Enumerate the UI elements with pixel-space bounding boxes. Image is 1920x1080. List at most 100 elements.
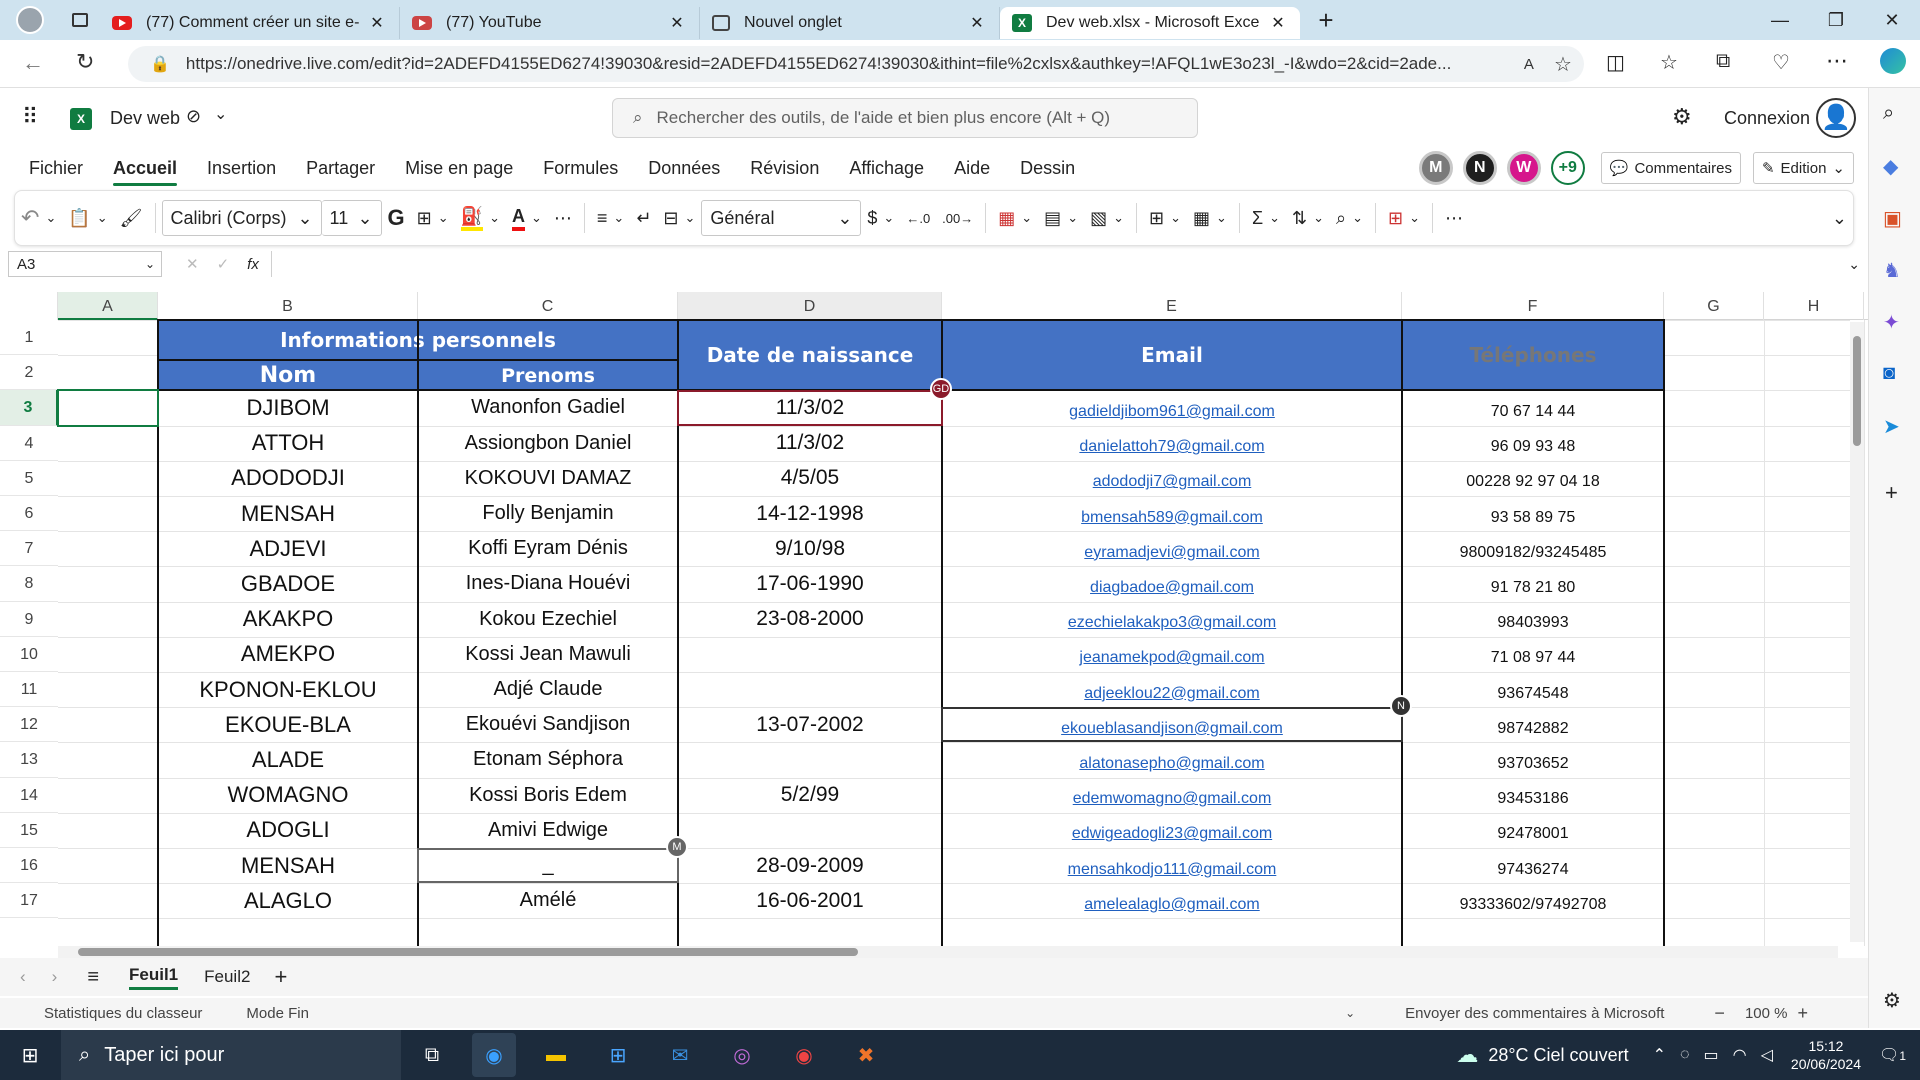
- row-header[interactable]: 7: [0, 531, 58, 567]
- font-color-button[interactable]: A ⌄: [506, 198, 548, 238]
- presence-more[interactable]: +9: [1550, 151, 1585, 185]
- cell-nom[interactable]: AMEKPO: [158, 637, 418, 672]
- workbook-stats-button[interactable]: Statistiques du classeur: [44, 1005, 202, 1022]
- cell-telephone[interactable]: 97436274: [1402, 852, 1664, 887]
- cell-date[interactable]: [678, 672, 942, 707]
- confirm-icon[interactable]: ✓: [217, 255, 230, 273]
- prev-sheet-icon[interactable]: ‹: [20, 967, 26, 987]
- cell-email[interactable]: adododji7@gmail.com: [942, 465, 1402, 500]
- cell-email[interactable]: jeanamekpod@gmail.com: [942, 641, 1402, 676]
- file-explorer-icon[interactable]: ▬: [534, 1033, 578, 1077]
- cell-telephone[interactable]: 91 78 21 80: [1402, 570, 1664, 605]
- row-header[interactable]: 6: [0, 496, 58, 532]
- cell-telephone[interactable]: 92478001: [1402, 817, 1664, 852]
- tab-accueil[interactable]: Accueil: [98, 148, 192, 188]
- cell-date[interactable]: [678, 637, 942, 672]
- cell-telephone[interactable]: 96 09 93 48: [1402, 430, 1664, 465]
- close-tab-icon[interactable]: ✕: [367, 13, 387, 33]
- chevron-up-icon[interactable]: ⌃: [1653, 1045, 1666, 1065]
- format-painter-button[interactable]: 🖌: [114, 198, 149, 238]
- cell-telephone[interactable]: 93674548: [1402, 676, 1664, 711]
- cell-prenoms[interactable]: Kokou Ezechiel: [418, 602, 678, 637]
- zoom-level[interactable]: 100 %: [1745, 1005, 1788, 1022]
- autosum-button[interactable]: Σ ⌄: [1246, 198, 1286, 238]
- tab-insertion[interactable]: Insertion: [192, 148, 291, 188]
- split-screen-icon[interactable]: ◫: [1606, 50, 1625, 75]
- browser-essentials-icon[interactable]: ♡: [1772, 50, 1790, 75]
- row-header[interactable]: 11: [0, 672, 58, 708]
- cell-prenoms[interactable]: KOKOUVI DAMAZ: [418, 461, 678, 496]
- cell-nom[interactable]: ADODODJI: [158, 461, 418, 496]
- games-icon[interactable]: ♞: [1883, 258, 1901, 283]
- cell-nom[interactable]: ADOGLI: [158, 813, 418, 848]
- row-header[interactable]: [0, 918, 58, 946]
- cell-telephone[interactable]: 98742882: [1402, 711, 1664, 746]
- cell-nom[interactable]: GBADOE: [158, 566, 418, 601]
- format-cells-button[interactable]: ▦ ⌄: [1187, 198, 1233, 238]
- cell-date[interactable]: 23-08-2000: [678, 602, 942, 637]
- cell-date[interactable]: 16-06-2001: [678, 883, 942, 918]
- close-window-button[interactable]: ✕: [1864, 10, 1920, 31]
- collections-icon[interactable]: ⧉: [1716, 50, 1730, 73]
- tab-affichage[interactable]: Affichage: [834, 148, 939, 188]
- all-sheets-icon[interactable]: ≡: [87, 966, 99, 989]
- tab-donnees[interactable]: Données: [633, 148, 735, 188]
- battery-icon[interactable]: ▭: [1704, 1045, 1719, 1065]
- number-format-select[interactable]: Général ⌄: [701, 200, 862, 236]
- column-header-c[interactable]: C: [418, 292, 678, 320]
- presence-avatar-n[interactable]: N: [1462, 151, 1497, 185]
- row-header[interactable]: 2: [0, 355, 58, 391]
- chevron-down-icon[interactable]: ⌄: [214, 104, 227, 124]
- cell-nom[interactable]: KPONON-EKLOU: [158, 672, 418, 707]
- row-header[interactable]: 9: [0, 601, 58, 637]
- cell-nom[interactable]: WOMAGNO: [158, 778, 418, 813]
- currency-button[interactable]: $ ⌄: [861, 198, 900, 238]
- cell-nom[interactable]: ALADE: [158, 742, 418, 777]
- cell-nom[interactable]: ALAGLO: [158, 883, 418, 918]
- comments-button[interactable]: 💬 Commentaires: [1600, 152, 1741, 184]
- outlook-icon[interactable]: ◙: [1883, 362, 1895, 385]
- search-input[interactable]: ⌕ Rechercher des outils, de l'aide et bi…: [612, 98, 1198, 138]
- column-header-e[interactable]: E: [942, 292, 1402, 320]
- network-icon[interactable]: ◌: [1680, 1046, 1690, 1064]
- row-header[interactable]: 5: [0, 460, 58, 496]
- cell-email[interactable]: eyramadjevi@gmail.com: [942, 535, 1402, 570]
- profile-icon[interactable]: [0, 6, 60, 34]
- cell-date[interactable]: 14-12-1998: [678, 496, 942, 531]
- tab-revision[interactable]: Révision: [735, 148, 834, 188]
- cell-prenoms[interactable]: Amivi Edwige: [418, 813, 678, 848]
- copilot-sidebar-icon[interactable]: ✦: [1883, 310, 1900, 335]
- app-icon[interactable]: ◎: [720, 1033, 764, 1077]
- volume-icon[interactable]: ◁: [1761, 1045, 1773, 1065]
- file-name[interactable]: Dev web: [110, 108, 180, 129]
- tab-partager[interactable]: Partager: [291, 148, 390, 188]
- decrease-decimal-icon[interactable]: .00→: [936, 198, 979, 238]
- sheet-tab-feuil1[interactable]: Feuil1: [129, 965, 179, 990]
- name-box[interactable]: A3 ⌄: [8, 251, 162, 277]
- task-view-icon[interactable]: ⧉: [410, 1033, 454, 1077]
- row-header[interactable]: 3: [0, 390, 58, 426]
- row-header[interactable]: 1: [0, 320, 58, 356]
- cell-prenoms[interactable]: Assiongbon Daniel: [418, 426, 678, 461]
- add-sheet-button[interactable]: +: [274, 964, 287, 990]
- tab-mise-en-page[interactable]: Mise en page: [390, 148, 528, 188]
- row-header[interactable]: 14: [0, 777, 58, 813]
- cell-telephone[interactable]: 93 58 89 75: [1402, 500, 1664, 535]
- cell-date[interactable]: 17-06-1990: [678, 566, 942, 601]
- tab-aide[interactable]: Aide: [939, 148, 1005, 188]
- cell-telephone[interactable]: 70 67 14 44: [1402, 394, 1664, 429]
- more-font-options-icon[interactable]: ⋯: [548, 198, 578, 238]
- select-all-corner[interactable]: [0, 292, 58, 320]
- next-sheet-icon[interactable]: ›: [52, 967, 58, 987]
- row-header[interactable]: 12: [0, 707, 58, 743]
- undo-button[interactable]: ↶ ⌄: [15, 198, 62, 238]
- ribbon-collapse-icon[interactable]: ⌄: [1826, 198, 1853, 238]
- tab-dessin[interactable]: Dessin: [1005, 148, 1090, 188]
- copilot-icon[interactable]: [1880, 48, 1906, 74]
- selected-cell-a3[interactable]: [57, 389, 159, 427]
- tab-actions-icon[interactable]: [60, 13, 100, 27]
- cell-date[interactable]: [678, 813, 942, 848]
- signin-link[interactable]: Connexion: [1724, 108, 1810, 129]
- cell-date[interactable]: 4/5/05: [678, 461, 942, 496]
- cell-prenoms[interactable]: Etonam Séphora: [418, 742, 678, 777]
